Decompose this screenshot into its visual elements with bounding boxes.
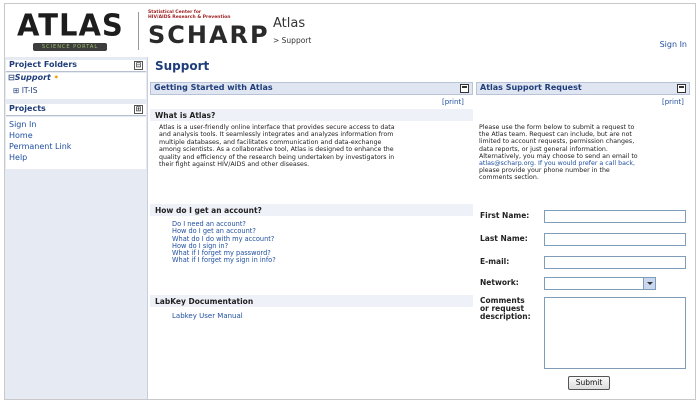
support-intro-line: the Atlas team. Request can include, but… (479, 131, 632, 139)
star-icon: • (53, 73, 59, 82)
what-is-atlas-line: their fight against HIV/AIDS and other d… (159, 161, 310, 169)
breadcrumb[interactable]: > Support (273, 36, 311, 45)
support-intro-line: limited to account requests, permission … (479, 138, 635, 146)
main-content: Support Getting Started with Atlas [prin… (148, 57, 694, 399)
atlas-logo-band-text: SCIENCE PORTAL (41, 44, 99, 50)
support-request-panel-header: Atlas Support Request (476, 82, 690, 95)
labkey-heading-text: LabKey Documentation (155, 297, 254, 306)
last-name-label: Last Name: (480, 234, 528, 243)
projects-links: Sign In Home Permanent Link Help (6, 117, 146, 169)
account-heading-text: How do I get an account? (155, 206, 262, 215)
comments-label-line: description: (480, 312, 531, 321)
left-nav: Project Folders ⊟ ⊟Support • ⊞ IT-IS Pro… (5, 57, 148, 399)
email-field[interactable] (544, 256, 686, 269)
scharp-tagline-line2: HIV/AIDS Research & Prevention (148, 15, 231, 20)
what-is-atlas-line: and analysis tools. It seamlessly integr… (159, 131, 394, 139)
support-intro-line: please provide your phone number in the (479, 167, 610, 175)
minimize-support-request-icon[interactable] (677, 84, 686, 93)
getting-started-panel-header: Getting Started with Atlas (150, 82, 473, 95)
nav-permanent-link[interactable]: Permanent Link (9, 142, 71, 151)
header: ATLAS SCIENCE PORTAL Statistical Center … (5, 4, 695, 56)
what-is-atlas-heading-text: What is Atlas? (155, 111, 216, 120)
project-folders-tree: ⊟Support • ⊞ IT-IS (6, 73, 146, 99)
support-request-title: Atlas Support Request (480, 83, 582, 92)
network-label: Network: (480, 278, 519, 287)
last-name-field[interactable] (544, 233, 686, 246)
labkey-heading: LabKey Documentation (150, 295, 473, 307)
support-intro-line: comments section. (479, 174, 539, 182)
chevron-down-icon[interactable] (643, 278, 655, 289)
projects-title: Projects (9, 104, 46, 113)
support-intro-line: Alternatively, you may choose to send an… (479, 152, 638, 160)
page-title: Support (155, 59, 210, 73)
folder-support-toggle[interactable]: ⊟ (8, 73, 15, 82)
support-intro-line: atlas@scharp.org. If you would prefer a … (479, 160, 636, 168)
network-select[interactable] (544, 277, 656, 290)
folder-itis-label: IT-IS (21, 86, 38, 95)
comments-label: Comments or request description: (480, 297, 531, 321)
minimize-getting-started-icon[interactable] (460, 84, 469, 93)
support-request-intro: Please use the form below to submit a re… (479, 124, 691, 182)
scharp-logo[interactable]: SCHARP (148, 21, 270, 49)
what-is-atlas-line: among scientists. As a collaborative too… (159, 146, 394, 154)
support-intro-line: data reports, or just general informatio… (479, 145, 608, 153)
project-folders-header: Project Folders ⊟ (6, 60, 146, 72)
scharp-tagline: Statistical Center for HIV/AIDS Research… (148, 10, 230, 20)
folder-support-label: Support (14, 73, 51, 82)
what-is-atlas-line: multiple databases, and facilitates comm… (159, 138, 382, 146)
projects-header: Projects ⊞ (6, 104, 146, 116)
folder-support[interactable]: ⊟Support • (8, 73, 59, 82)
getting-started-print-link[interactable]: [print] (442, 98, 464, 106)
nav-sign-in[interactable]: Sign In (9, 120, 36, 129)
what-is-atlas-text: Atlas is a user-friendly online interfac… (159, 124, 469, 168)
getting-started-title: Getting Started with Atlas (154, 83, 273, 92)
sign-in-link[interactable]: Sign In (660, 40, 687, 49)
nav-home[interactable]: Home (9, 131, 33, 140)
email-label: E-mail: (480, 257, 510, 266)
atlas-window: ATLAS SCIENCE PORTAL Statistical Center … (4, 3, 696, 400)
header-divider (138, 12, 139, 50)
first-name-field[interactable] (544, 210, 686, 223)
what-is-atlas-line: quality and efficiency of the research b… (159, 153, 395, 161)
what-is-atlas-line: Atlas is a user-friendly online interfac… (159, 124, 395, 131)
support-intro-line: Please use the form below to submit a re… (479, 124, 635, 131)
project-folders-title: Project Folders (9, 60, 78, 69)
support-request-print-link[interactable]: [print] (662, 98, 684, 106)
collapse-project-folders-button[interactable]: ⊟ (134, 61, 143, 70)
labkey-user-manual-link[interactable]: Labkey User Manual (172, 312, 243, 320)
account-heading: How do I get an account? (150, 204, 473, 216)
atlas-logo[interactable]: ATLAS SCIENCE PORTAL (17, 7, 135, 52)
folder-itis-toggle[interactable]: ⊞ (13, 86, 19, 95)
what-is-atlas-heading: What is Atlas? (150, 109, 473, 121)
faq-link-forgot-sign-in[interactable]: What if I forget my sign in info? (172, 257, 276, 265)
nav-help[interactable]: Help (9, 153, 27, 162)
atlas-logo-text: ATLAS (17, 7, 124, 43)
app-title: Atlas (273, 16, 306, 31)
folder-itis[interactable]: ⊞ IT-IS (13, 86, 37, 95)
submit-button[interactable]: Submit (568, 376, 610, 390)
account-faq-links: Do I need an account? How do I get an ac… (172, 220, 276, 265)
first-name-label: First Name: (480, 211, 530, 220)
atlas-logo-band: SCIENCE PORTAL (33, 43, 107, 51)
expand-projects-button[interactable]: ⊞ (134, 105, 143, 114)
comments-textarea[interactable] (544, 297, 686, 369)
